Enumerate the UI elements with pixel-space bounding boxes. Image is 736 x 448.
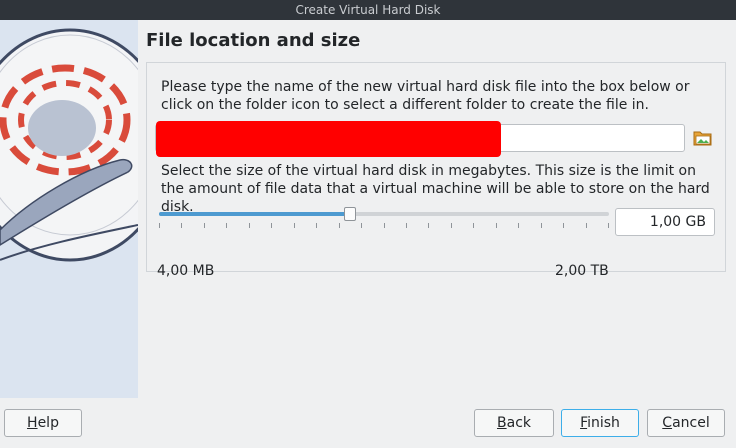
location-size-panel: Please type the name of the new virtual …: [146, 62, 726, 279]
slider-tick: [361, 223, 362, 228]
back-label: ack: [506, 415, 531, 431]
wizard-side-image: [0, 20, 138, 398]
size-min-label: 4,00 MB: [157, 263, 215, 279]
slider-tick: [271, 223, 272, 228]
hard-disk-illustration: [0, 20, 138, 398]
size-slider[interactable]: [159, 203, 609, 233]
window-title: Create Virtual Hard Disk: [0, 0, 736, 20]
slider-tick: [249, 223, 250, 228]
slider-tick: [316, 223, 317, 228]
slider-tick: [406, 223, 407, 228]
folder-open-icon[interactable]: [693, 129, 713, 147]
slider-ticks: [159, 223, 609, 229]
slider-tick: [451, 223, 452, 228]
button-bar: Help Back Finish Cancel: [0, 398, 736, 448]
location-instructions: Please type the name of the new virtual …: [161, 79, 690, 113]
slider-tick: [586, 223, 587, 228]
help-mnemonic: H: [27, 415, 38, 431]
slider-tick: [226, 223, 227, 228]
slider-tick: [473, 223, 474, 228]
redacted-file-path: [156, 121, 501, 157]
slider-tick: [428, 223, 429, 228]
slider-tick: [608, 223, 609, 228]
slider-tick: [204, 223, 205, 228]
slider-tick: [518, 223, 519, 228]
size-input[interactable]: 1,00 GB: [615, 208, 715, 236]
slider-tick: [181, 223, 182, 228]
file-name-input[interactable]: [155, 121, 685, 157]
back-button[interactable]: Back: [474, 409, 554, 437]
slider-tick: [339, 223, 340, 228]
page-title: File location and size: [146, 30, 361, 51]
slider-tick: [496, 223, 497, 228]
cancel-label: ancel: [672, 415, 710, 431]
slider-tick: [563, 223, 564, 228]
slider-tick: [541, 223, 542, 228]
slider-fill: [159, 212, 351, 216]
help-label: elp: [37, 415, 59, 431]
back-mnemonic: B: [497, 415, 507, 431]
cancel-mnemonic: C: [662, 415, 673, 431]
slider-handle[interactable]: [344, 207, 357, 221]
help-button[interactable]: Help: [4, 409, 82, 437]
slider-tick: [384, 223, 385, 228]
slider-tick: [159, 223, 160, 228]
dialog-window: File location and size Please type the n…: [0, 20, 736, 448]
cancel-button[interactable]: Cancel: [647, 409, 725, 437]
slider-tick: [294, 223, 295, 228]
finish-button[interactable]: Finish: [561, 409, 639, 437]
size-max-label: 2,00 TB: [555, 263, 609, 279]
finish-label: inish: [587, 415, 620, 431]
